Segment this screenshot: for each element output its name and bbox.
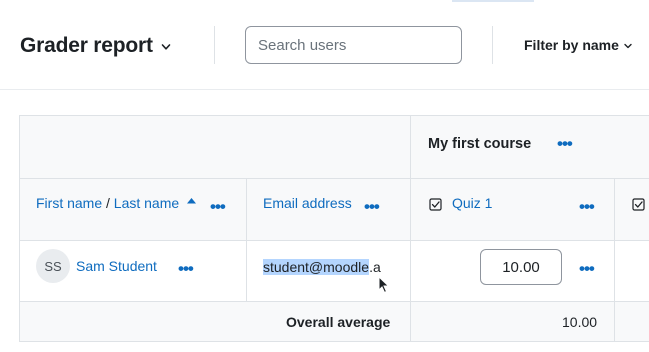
- more-actions-icon[interactable]: •••: [210, 198, 226, 215]
- overall-average-label: Overall average: [286, 314, 391, 330]
- sort-first-name-link[interactable]: First name: [36, 195, 102, 211]
- filter-by-name-button[interactable]: Filter by name: [524, 34, 632, 56]
- page-title: Grader report: [20, 34, 153, 57]
- grid-line: [19, 341, 649, 342]
- mouse-cursor-icon: [378, 276, 390, 294]
- course-name: My first course: [428, 136, 532, 152]
- sort-email-link[interactable]: Email address: [263, 195, 352, 211]
- name-separator: /: [102, 195, 114, 211]
- filter-label: Filter by name: [524, 37, 619, 53]
- name-column-header: First name / Last name: [36, 195, 179, 213]
- grade-input[interactable]: [480, 249, 562, 285]
- grid-line: [19, 115, 649, 116]
- grid-line: [410, 115, 411, 341]
- header-divider: [214, 26, 215, 64]
- more-actions-icon[interactable]: •••: [364, 198, 380, 215]
- checkbox-icon: [429, 198, 442, 211]
- more-actions-icon[interactable]: •••: [557, 135, 573, 152]
- avatar: SS: [36, 249, 70, 283]
- selected-email-text: student@moodle: [263, 259, 370, 275]
- top-accent-bar: [452, 0, 534, 2]
- overall-average-value: 10.00: [562, 314, 598, 330]
- email-remainder: .a: [369, 259, 381, 275]
- report-selector[interactable]: Grader report: [20, 32, 171, 60]
- chevron-down-icon: [624, 43, 632, 48]
- grid-line: [246, 178, 247, 301]
- page-header: Grader report Filter by name: [0, 0, 649, 90]
- grader-table: My first course ••• First name / Last na…: [0, 90, 649, 352]
- grid-line: [19, 240, 649, 241]
- header-divider: [492, 26, 493, 64]
- grid-line: [19, 178, 649, 179]
- more-actions-icon[interactable]: •••: [579, 198, 595, 215]
- sort-last-name-link[interactable]: Last name: [114, 195, 179, 211]
- grid-line: [614, 178, 615, 341]
- more-actions-icon[interactable]: •••: [579, 260, 595, 277]
- more-actions-icon[interactable]: •••: [178, 260, 194, 277]
- grid-line: [19, 301, 649, 302]
- search-users-input[interactable]: [245, 26, 462, 64]
- chevron-down-icon: [161, 44, 171, 50]
- checkbox-icon: [632, 198, 645, 211]
- student-email: student@moodle.a: [263, 259, 381, 275]
- quiz-1-link[interactable]: Quiz 1: [452, 195, 492, 211]
- sort-asc-icon[interactable]: [186, 197, 197, 205]
- student-name-link[interactable]: Sam Student: [76, 258, 157, 274]
- grid-line: [19, 115, 20, 341]
